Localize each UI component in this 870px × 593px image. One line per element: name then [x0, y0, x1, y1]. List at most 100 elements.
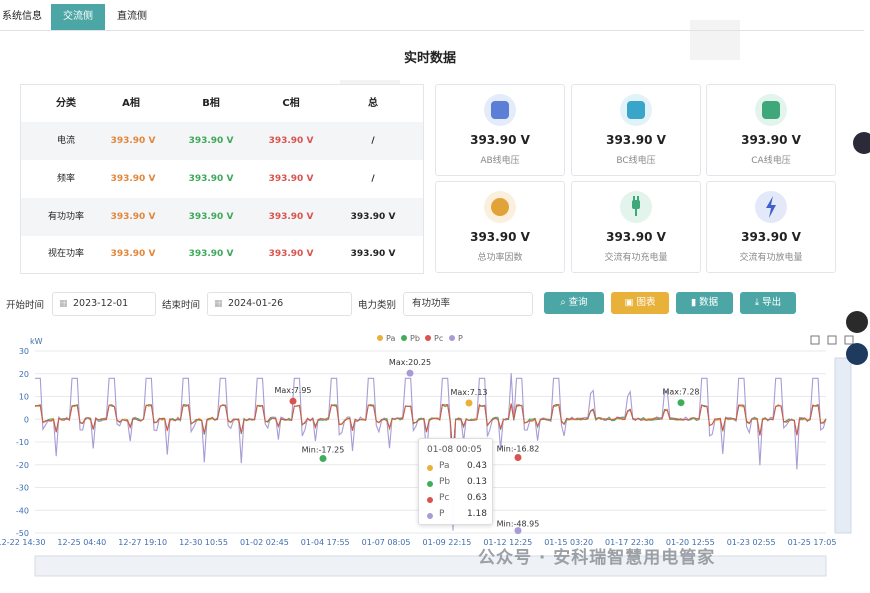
x-tick-label: 12-22 14:30	[0, 538, 45, 547]
robot-icon[interactable]	[846, 343, 868, 365]
tooltip-series-value: 0.13	[466, 477, 487, 487]
phase-a-value: 393.90 V	[110, 212, 156, 222]
power-type-select[interactable]: 有功功率	[403, 292, 533, 316]
legend-label: Pc	[434, 334, 443, 343]
restore-icon	[844, 335, 854, 345]
legend-label: P	[458, 334, 463, 343]
table-row: 视在功率 393.90 V 393.90 V 393.90 V 393.90 V	[21, 235, 423, 273]
voltage-meter-icon	[484, 94, 516, 126]
realtime-table: 分类 A相 B相 C相 总 电流 393.90 V 393.90 V 393.9…	[20, 84, 424, 274]
chart-icon: ▣	[624, 297, 637, 308]
x-tick-label: 01-02 02:45	[240, 538, 289, 547]
download-icon	[810, 335, 820, 345]
tooltip-series-value: 0.43	[466, 461, 487, 471]
assistant-icon[interactable]	[853, 132, 870, 154]
column-header: B相	[202, 98, 220, 109]
x-tick-label: 01-23 02:55	[727, 538, 776, 547]
phase-b-value: 393.90 V	[188, 249, 234, 259]
start-date-input[interactable]: ▦ 2023-12-01	[52, 292, 156, 316]
table-header-row: 分类 A相 B相 C相 总	[21, 85, 423, 123]
legend-label: Pa	[386, 334, 395, 343]
metric-label: BC线电压	[616, 156, 656, 166]
tooltip-series-name: Pb	[439, 477, 451, 487]
tooltip-title: 01-08 00:05	[427, 445, 482, 455]
export-button[interactable]: ⤓ 导出	[740, 292, 796, 314]
legend-marker	[401, 335, 407, 341]
metric-label: 总功率因数	[477, 253, 523, 263]
column-header: A相	[122, 98, 140, 109]
table-row: 电流 393.90 V 393.90 V 393.90 V /	[21, 122, 423, 160]
metric-value: 393.90 V	[741, 133, 801, 147]
y-tick-label: 10	[19, 393, 29, 402]
phase-c-value: 393.90 V	[268, 136, 314, 146]
tooltip-row: Pa 0.43	[427, 461, 487, 475]
query-button-label: 查询	[568, 297, 588, 308]
metric-value: 393.90 V	[470, 133, 530, 147]
annotation-label: Min:-48.95	[497, 520, 540, 529]
legend-marker	[449, 335, 455, 341]
plug-icon	[620, 191, 652, 223]
power-type-label: 电力类别	[358, 300, 397, 311]
tab-system-info[interactable]: 系统信息	[0, 4, 44, 30]
x-tick-label: 12-30 10:55	[179, 538, 228, 547]
phase-b-value: 393.90 V	[188, 174, 234, 184]
annotation-label: Max:7.28	[662, 388, 699, 397]
chart-button[interactable]: ▣ 图表	[611, 292, 669, 314]
tooltip-row: P 1.18	[427, 509, 487, 523]
phase-a-value: 393.90 V	[110, 136, 156, 146]
column-header: 总	[368, 98, 378, 109]
end-date-input[interactable]: ▦ 2024-01-26	[207, 292, 352, 316]
annotation-marker	[465, 399, 473, 407]
total-value: 393.90 V	[350, 212, 396, 222]
start-time-label: 开始时间	[6, 300, 45, 311]
annotation-marker	[289, 397, 297, 405]
gauge-icon	[484, 191, 516, 223]
x-tick-label: 01-04 17:55	[301, 538, 350, 547]
y-tick-label: 30	[19, 347, 29, 356]
total-value: /	[371, 174, 375, 184]
series-dot	[427, 497, 433, 503]
annotation-label: Max:20.25	[389, 358, 431, 367]
phase-b-value: 393.90 V	[188, 212, 234, 222]
tab-bar: 系统信息 交流侧 直流侧	[0, 0, 864, 31]
series-dot	[427, 465, 433, 471]
query-button[interactable]: ⌕ 查询	[544, 292, 604, 314]
phase-c-value: 393.90 V	[268, 249, 314, 259]
calendar-icon: ▦	[214, 299, 223, 309]
tab-dc-side[interactable]: 直流侧	[110, 4, 154, 30]
y-tick-label: -40	[16, 506, 29, 515]
page-title: 实时数据	[403, 51, 456, 66]
data-button[interactable]: ▮ 数据	[676, 292, 733, 314]
annotation-label: Min:-16.82	[497, 445, 540, 454]
tooltip-series-value: 1.18	[466, 509, 487, 519]
y-tick-label: -10	[16, 438, 29, 447]
data-button-label: 数据	[699, 297, 719, 308]
annotation-marker	[514, 454, 522, 462]
chart-button-label: 图表	[636, 297, 656, 308]
end-time-label: 结束时间	[162, 300, 201, 311]
phase-b-value: 393.90 V	[188, 136, 234, 146]
annotation-label: Max:7.95	[274, 386, 311, 395]
phase-a-value: 393.90 V	[110, 174, 156, 184]
metric-value: 393.90 V	[741, 230, 801, 244]
x-tick-label: 01-09 22:15	[423, 538, 472, 547]
calendar-icon: ▦	[59, 299, 68, 309]
tab-ac-side[interactable]: 交流侧	[51, 4, 105, 30]
phase-c-value: 393.90 V	[268, 212, 314, 222]
phase-c-value: 393.90 V	[268, 174, 314, 184]
table-row: 频率 393.90 V 393.90 V 393.90 V /	[21, 160, 423, 198]
annotation-marker	[677, 399, 685, 407]
metric-card-ac-discharge: 393.90 V 交流有功放电量	[706, 181, 836, 273]
x-tick-label: 12-27 19:10	[118, 538, 167, 547]
vertical-zoom-slider	[834, 357, 852, 534]
y-tick-label: 20	[19, 370, 29, 379]
y-tick-label: -30	[16, 484, 29, 493]
x-tick-label: 01-07 08:05	[362, 538, 411, 547]
export-button-label: 导出	[762, 297, 782, 308]
column-header: C相	[282, 98, 300, 109]
translate-icon[interactable]	[846, 311, 868, 333]
end-date-value: 2024-01-26	[228, 298, 284, 309]
y-tick-label: 0	[24, 415, 29, 424]
y-axis-label: kW	[30, 337, 43, 346]
start-date-value: 2023-12-01	[73, 298, 129, 309]
